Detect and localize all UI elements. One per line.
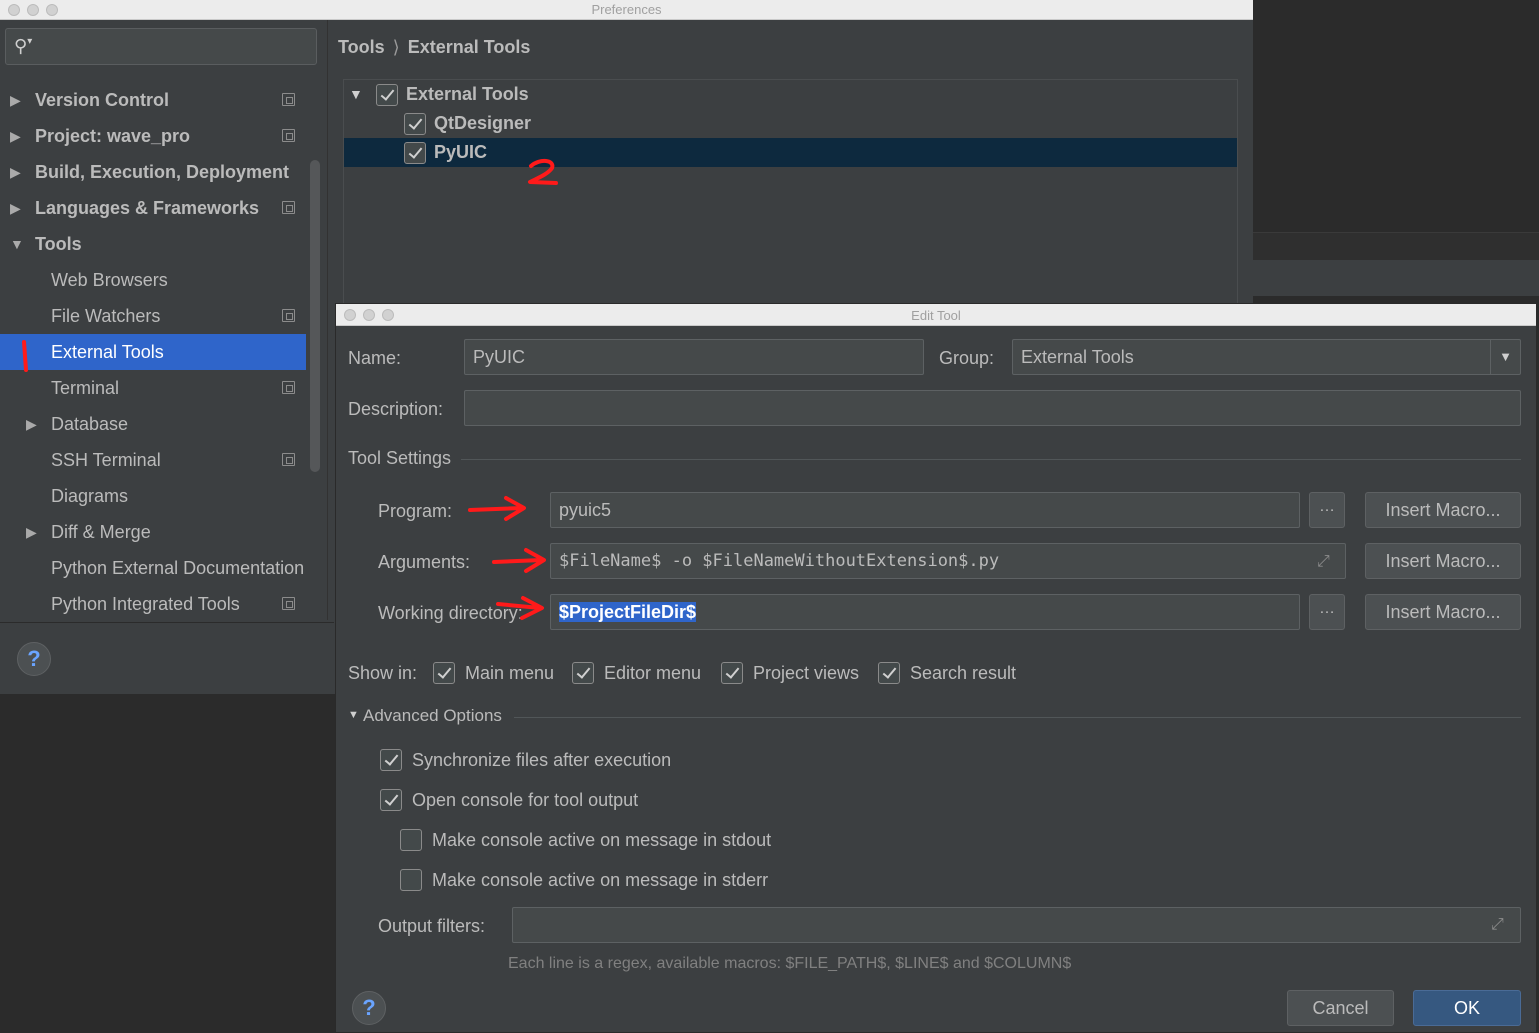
annotation-arrow-arguments (492, 548, 546, 573)
annotation-overlay (22, 159, 558, 620)
annotation-arrow-working-directory (496, 596, 544, 620)
annotation-arrow-program (468, 496, 526, 521)
annotation-mark-1 (22, 340, 28, 372)
annotation-mark-2 (528, 159, 558, 185)
